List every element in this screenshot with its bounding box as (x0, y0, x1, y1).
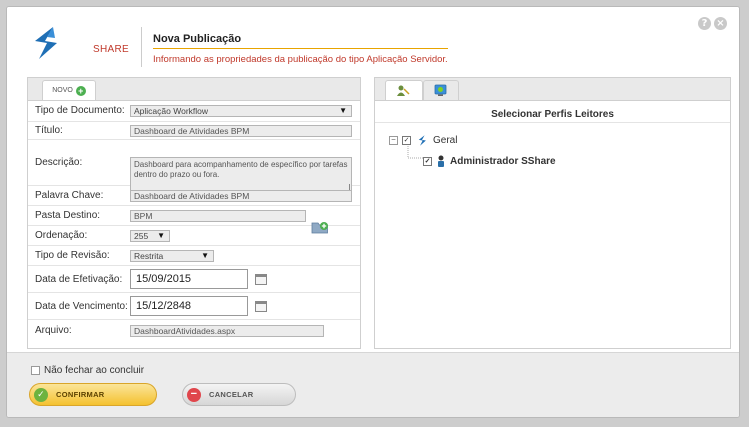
row-vencimento: Data de Vencimento: 15/12/2848 (28, 293, 360, 320)
revisao-label: Tipo de Revisão: (35, 250, 110, 261)
efetivacao-date-input[interactable]: 15/09/2015 (130, 269, 248, 289)
properties-tabbar: NOVO + (28, 78, 360, 101)
arquivo-label: Arquivo: (35, 325, 72, 336)
minus-circle-icon: − (187, 387, 201, 402)
tipo-select[interactable]: Aplicação Workflow ▼ (130, 105, 352, 117)
page-subtitle: Informando as propriedades da publicação… (153, 54, 448, 65)
pasta-input[interactable]: BPM (130, 210, 306, 222)
perfis-title: Selecionar Perfis Leitores (491, 109, 614, 120)
revisao-select[interactable]: Restrita ▼ (130, 250, 214, 262)
ordenacao-select-value: 255 (134, 231, 149, 241)
arquivo-input[interactable]: DashboardAtividades.aspx (130, 325, 324, 337)
titulo-input[interactable]: Dashboard de Atividades BPM (130, 125, 352, 137)
cancel-button-label: CANCELAR (209, 390, 254, 399)
tab-novo-label: NOVO (52, 87, 73, 94)
tree-node-admin: ✓ Administrador SShare (423, 155, 556, 167)
row-revisao: Tipo de Revisão: Restrita ▼ (28, 246, 360, 266)
chevron-down-icon: ▼ (201, 251, 209, 260)
properties-panel: NOVO + Tipo de Documento: Aplicação Work… (27, 77, 361, 349)
vencimento-label: Data de Vencimento: (35, 301, 128, 312)
descricao-label: Descrição: (35, 157, 83, 168)
help-icon[interactable]: ? (698, 17, 711, 30)
ordenacao-label: Ordenação: (35, 230, 88, 241)
geral-checkbox[interactable]: ✓ (402, 136, 411, 145)
header-separator (141, 27, 142, 67)
check-icon: ✓ (34, 387, 48, 402)
nao-fechar-label: Não fechar ao concluir (44, 365, 145, 376)
close-icon[interactable]: × (714, 17, 727, 30)
collapse-icon[interactable]: − (389, 136, 398, 145)
title-underline (153, 48, 448, 49)
perfis-tabbar (375, 78, 730, 101)
confirm-button-label: CONFIRMAR (56, 390, 105, 399)
palavra-input[interactable]: Dashboard de Atividades BPM (130, 190, 352, 202)
perfis-panel: Selecionar Perfis Leitores − ✓ Geral ✓ A… (374, 77, 731, 349)
tipo-select-value: Aplicação Workflow (134, 106, 209, 116)
tab-novo[interactable]: NOVO + (42, 80, 96, 100)
tab-notificacao[interactable] (423, 80, 459, 100)
row-palavra: Palavra Chave: Dashboard de Atividades B… (28, 186, 360, 206)
dialog-header: SHARE Nova Publicação Informando as prop… (7, 7, 739, 77)
sshare-logo-icon (35, 27, 57, 59)
chevron-down-icon: ▼ (157, 231, 165, 240)
tree-connector (407, 146, 423, 159)
row-titulo: Título: Dashboard de Atividades BPM (28, 122, 360, 140)
nao-fechar-checkbox[interactable] (31, 366, 40, 375)
row-tipo: Tipo de Documento: Aplicação Workflow ▼ (28, 100, 360, 122)
monitor-icon (434, 84, 447, 96)
tree-node-geral: − ✓ Geral (389, 134, 457, 147)
chevron-down-icon: ▼ (339, 106, 347, 115)
perfis-title-divider (375, 122, 730, 123)
titulo-label: Título: (35, 125, 63, 136)
vencimento-date-input[interactable]: 15/12/2848 (130, 296, 248, 316)
tab-perfis[interactable] (385, 80, 423, 100)
row-arquivo: Arquivo: DashboardAtividades.aspx (28, 320, 360, 342)
palavra-label: Palavra Chave: (35, 190, 104, 201)
page-title: Nova Publicação (153, 33, 242, 45)
revisao-select-value: Restrita (134, 251, 164, 261)
calendar-icon[interactable] (255, 274, 267, 285)
efetivacao-label: Data de Efetivação: (35, 274, 123, 285)
ordenacao-select[interactable]: 255 ▼ (130, 230, 170, 242)
calendar-icon[interactable] (255, 301, 267, 312)
admin-label[interactable]: Administrador SShare (450, 156, 556, 167)
tipo-label: Tipo de Documento: (35, 105, 125, 116)
admin-checkbox[interactable]: ✓ (423, 156, 432, 166)
row-efetivacao: Data de Efetivação: 15/09/2015 (28, 266, 360, 293)
users-icon (397, 85, 410, 96)
add-icon: + (75, 85, 86, 96)
geral-label[interactable]: Geral (433, 135, 457, 146)
user-icon (438, 155, 444, 167)
confirm-button[interactable]: ✓ CONFIRMAR (29, 383, 157, 406)
cancel-button[interactable]: − CANCELAR (182, 383, 296, 406)
pasta-label: Pasta Destino: (35, 210, 101, 221)
dialog-footer: Não fechar ao concluir ✓ CONFIRMAR − CAN… (7, 352, 739, 417)
descricao-text: Dashboard para acompanhamento de específ… (134, 160, 348, 179)
window-controls: ? × (698, 17, 727, 30)
row-ordenacao: Ordenação: 255 ▼ (28, 226, 360, 246)
nao-fechar-option[interactable]: Não fechar ao concluir (31, 365, 144, 376)
brand-name: SHARE (93, 44, 129, 55)
publication-dialog: SHARE Nova Publicação Informando as prop… (6, 6, 740, 418)
